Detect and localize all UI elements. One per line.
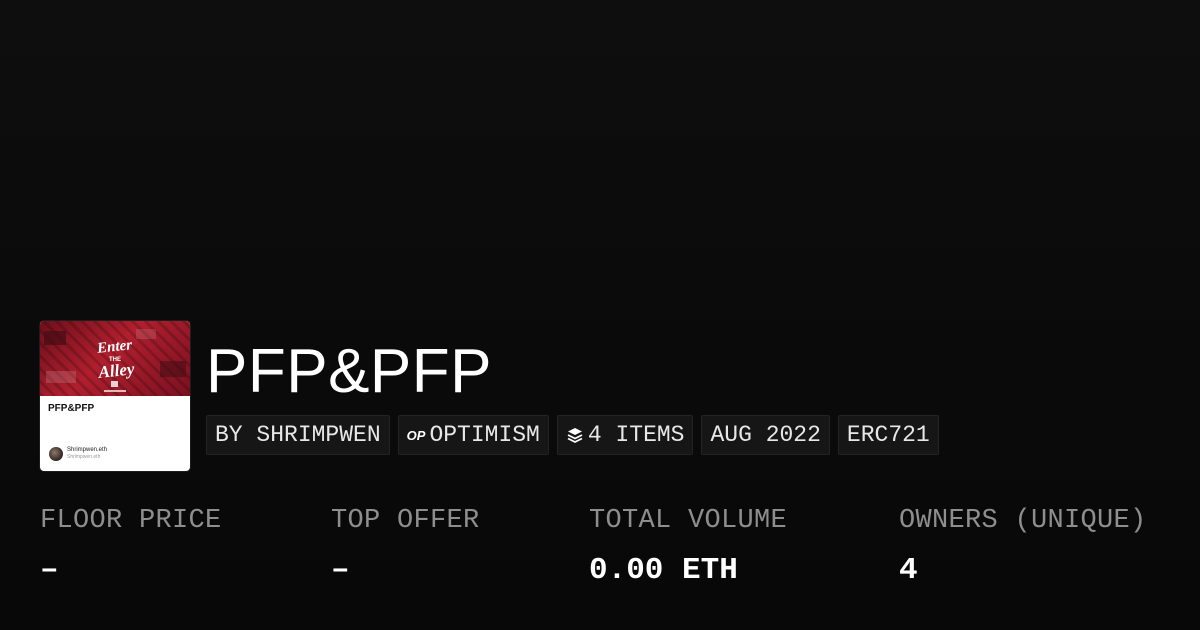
top-offer-label: TOP OFFER (331, 506, 480, 536)
collection-title: PFP&PFP (206, 337, 493, 406)
stat-owners: OWNERS (UNIQUE) 4 (899, 504, 1147, 589)
tag-standard-label: ERC721 (846, 422, 930, 448)
tag-items[interactable]: 4 ITEMS (556, 415, 694, 455)
tag-chain-label: OPTIMISM (429, 422, 540, 448)
artwork-graffiti: Enter THE Alley (44, 329, 186, 392)
svg-text:Enter: Enter (95, 337, 133, 357)
total-volume-value: 0.00 ETH (589, 553, 738, 588)
tag-date-label: AUG 2022 (710, 422, 821, 448)
thumbnail-owner: Shrimpwen.eth (67, 447, 108, 453)
top-offer-value: – (331, 553, 350, 588)
stat-total-volume: TOTAL VOLUME 0.00 ETH (589, 504, 787, 589)
tag-creator[interactable]: BY SHRIMPWEN (206, 415, 390, 455)
tag-chain[interactable]: OP OPTIMISM (397, 415, 549, 455)
collection-artwork: Enter THE Alley (40, 321, 190, 396)
tag-date: AUG 2022 (701, 415, 830, 455)
floor-price-value: – (40, 553, 59, 588)
owner-avatar (49, 447, 63, 461)
collection-tags: BY SHRIMPWEN OP OPTIMISM 4 ITEMS AUG 202… (206, 415, 939, 455)
thumbnail-owner-sub: Shrimpwen.eth (67, 454, 101, 460)
layers-icon (566, 426, 584, 444)
collection-thumbnail[interactable]: Enter THE Alley PFP&PFP Shrimpwen.eth Sh… (40, 321, 190, 471)
owners-value: 4 (899, 553, 918, 588)
total-volume-label: TOTAL VOLUME (589, 506, 788, 536)
floor-price-label: FLOOR PRICE (40, 506, 222, 536)
stat-top-offer: TOP OFFER – (331, 504, 480, 589)
stat-floor-price: FLOOR PRICE – (40, 504, 222, 589)
thumbnail-title: PFP&PFP (48, 403, 95, 414)
owners-label: OWNERS (UNIQUE) (899, 506, 1147, 536)
tag-standard: ERC721 (837, 415, 939, 455)
optimism-icon: OP (406, 427, 426, 443)
svg-text:Alley: Alley (97, 359, 136, 382)
tag-creator-label: BY SHRIMPWEN (215, 422, 381, 448)
tag-items-label: 4 ITEMS (587, 422, 685, 448)
